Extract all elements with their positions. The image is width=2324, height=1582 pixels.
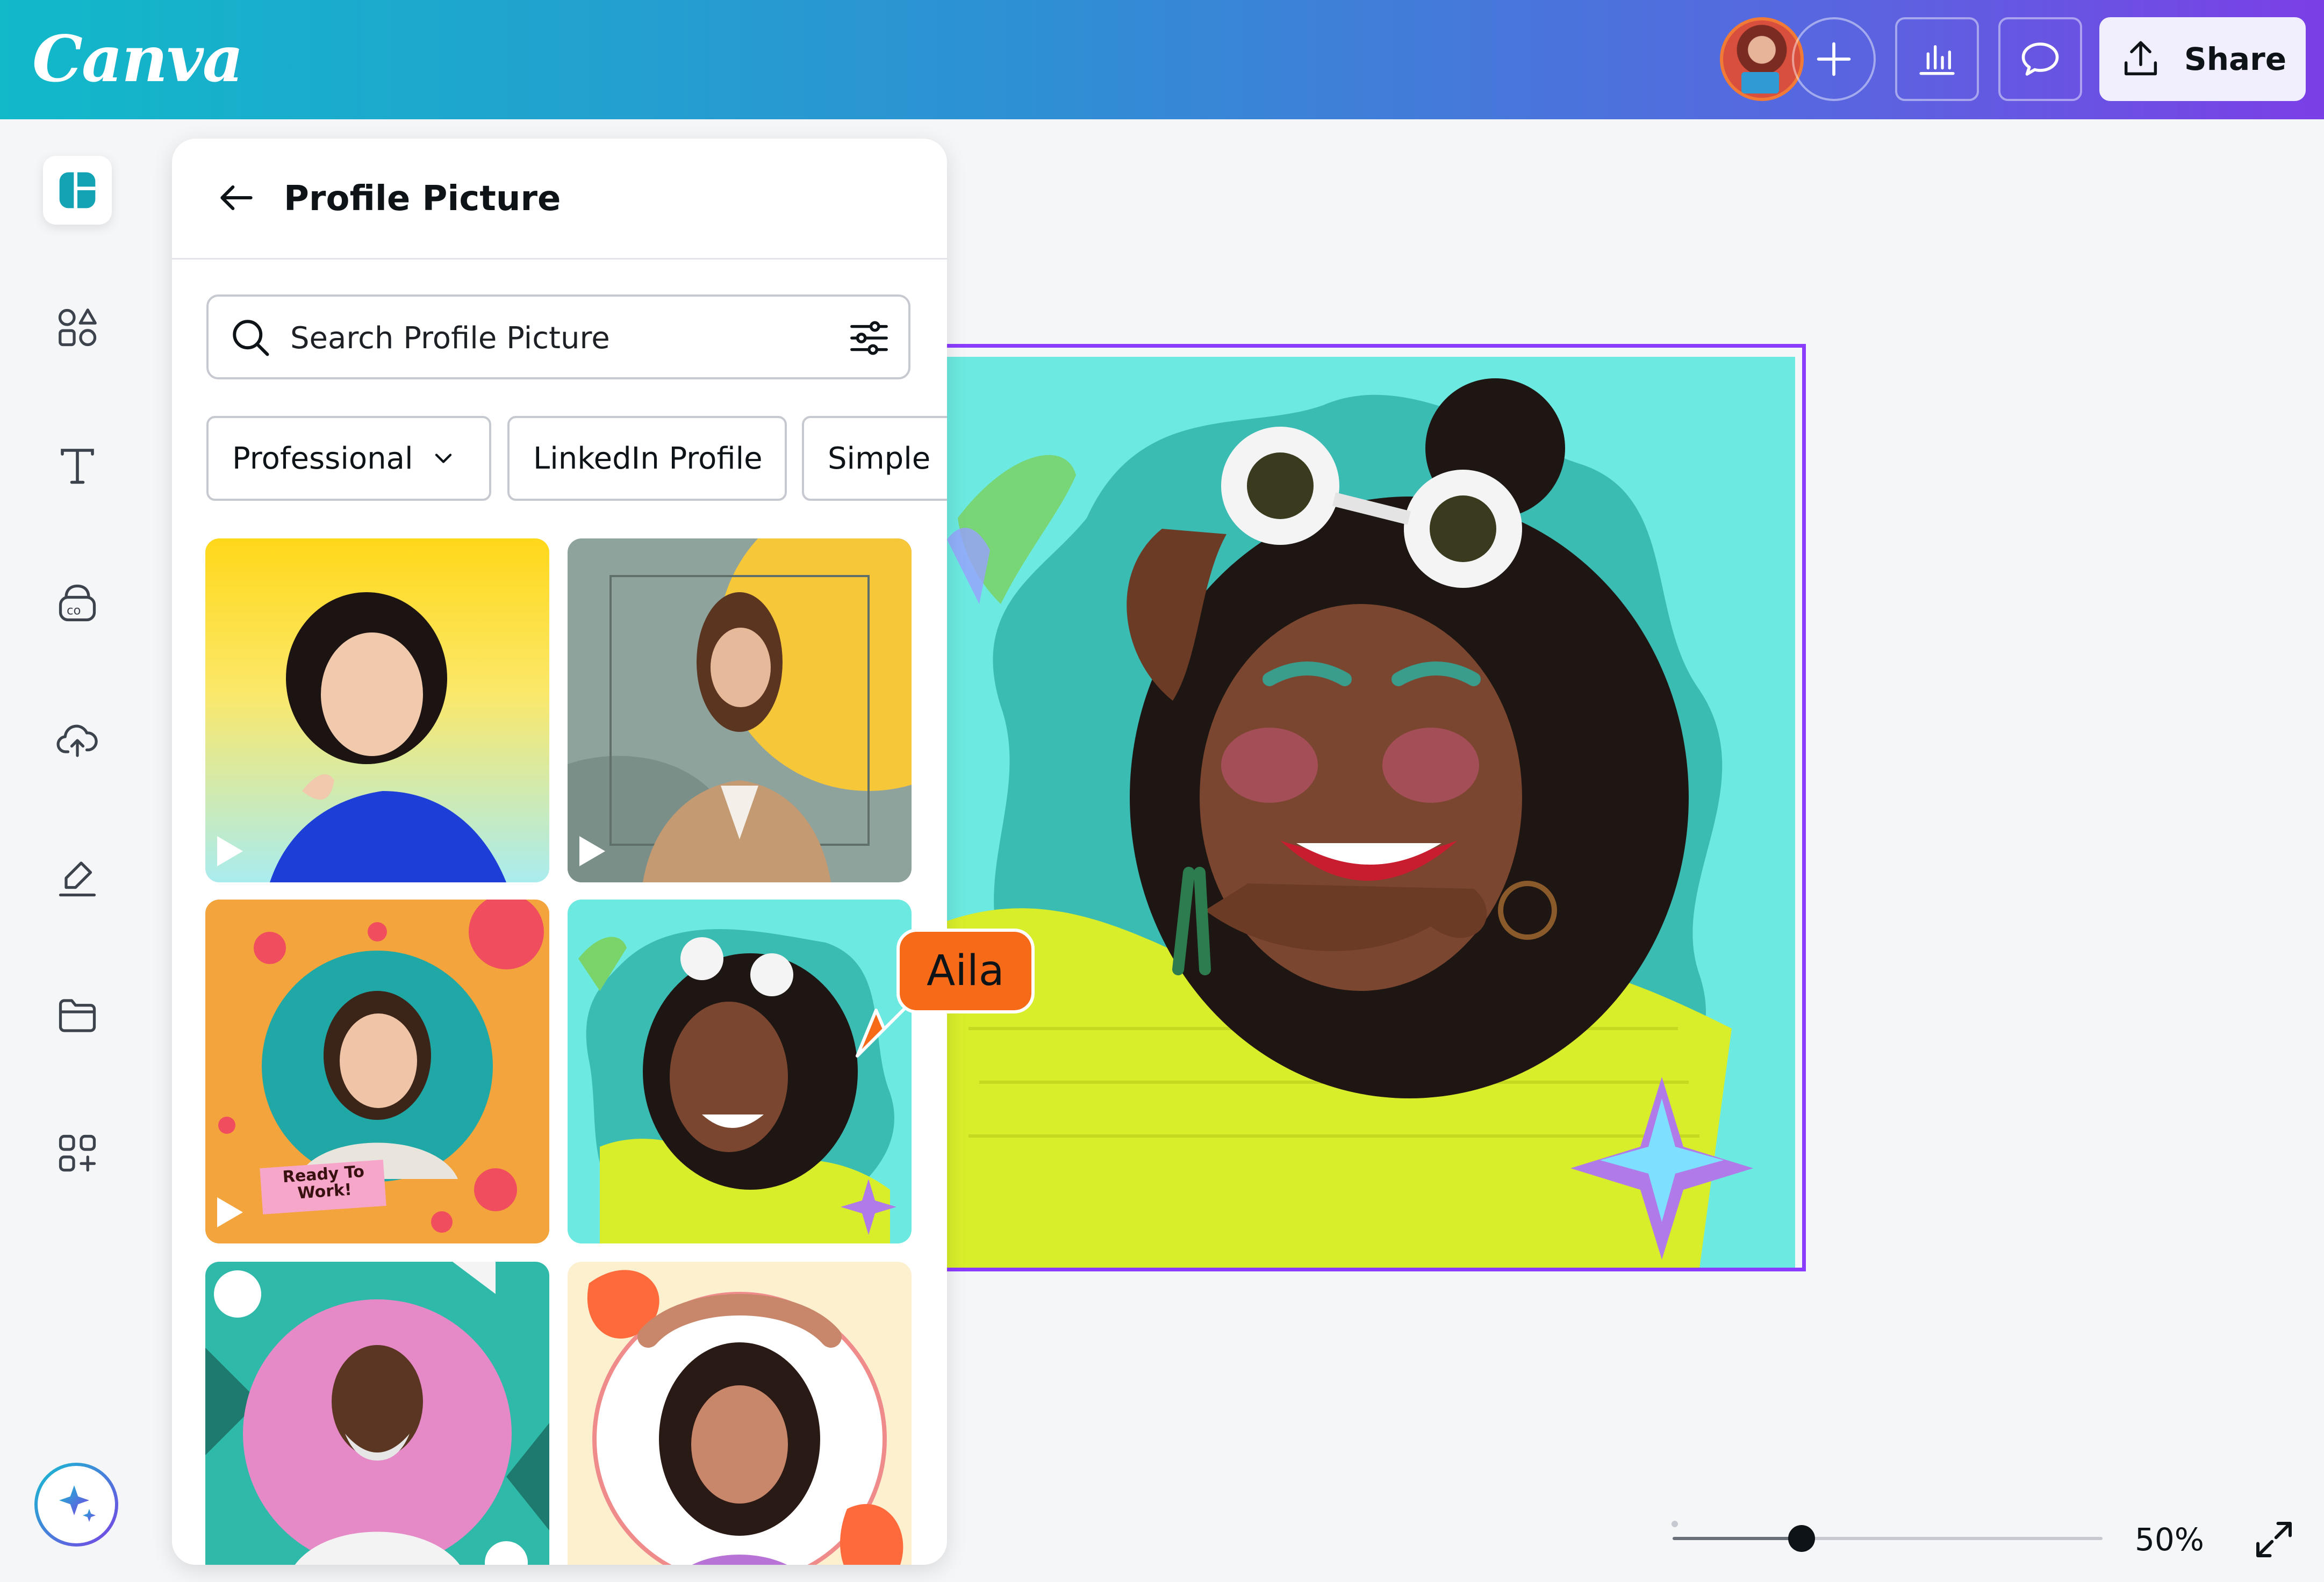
chip-professional[interactable]: Professional: [206, 416, 491, 501]
chip-linkedin-profile[interactable]: LinkedIn Profile: [507, 416, 787, 501]
page-selection-frame: [947, 344, 1806, 1271]
top-bar: Canva Share: [0, 0, 2324, 119]
add-collaborator-button[interactable]: [1792, 17, 1876, 101]
fullscreen-icon[interactable]: [2250, 1515, 2298, 1564]
rail-projects[interactable]: [43, 981, 112, 1050]
cloud-upload-icon: [56, 724, 98, 757]
chip-label: LinkedIn Profile: [533, 441, 763, 476]
insights-button[interactable]: [1895, 17, 1979, 101]
arrow-left-icon: [220, 185, 253, 210]
template-thumbnail: [578, 929, 896, 1243]
chip-simple[interactable]: Simple: [802, 416, 947, 501]
plus-icon: [1817, 42, 1851, 76]
template-tile[interactable]: [568, 1262, 912, 1565]
zoom-min-dot: [1672, 1521, 1678, 1527]
search-input[interactable]: [289, 310, 818, 366]
template-tile[interactable]: Ready To Work!: [205, 900, 549, 1243]
user-avatar[interactable]: [1720, 17, 1804, 101]
template-thumbnail: [205, 1262, 549, 1565]
search-field[interactable]: [206, 294, 910, 379]
rail-design[interactable]: [43, 156, 112, 225]
zoom-slider-fill: [1673, 1537, 1802, 1540]
template-tile[interactable]: [205, 1262, 549, 1565]
comments-button[interactable]: [1998, 17, 2082, 101]
draw-icon: [59, 861, 96, 897]
brand-kit-icon: co: [59, 584, 96, 622]
chevron-down-icon: [435, 454, 451, 463]
play-icon: [217, 1197, 243, 1227]
upload-icon: [2124, 41, 2157, 76]
templates-panel: Profile Picture Professional LinkedIn Pr…: [172, 139, 947, 1565]
panel-header: Profile Picture: [172, 139, 947, 260]
collaborator-name-label: Aila: [896, 929, 1035, 1013]
filter-icon[interactable]: [846, 315, 892, 361]
layout-icon: [59, 172, 96, 208]
zoom-slider-track[interactable]: [1673, 1537, 2103, 1540]
play-icon: [217, 836, 243, 866]
rail-text[interactable]: [43, 431, 112, 500]
share-label: Share: [2184, 41, 2287, 77]
bar-chart-icon: [1919, 45, 1955, 75]
rail-apps[interactable]: [43, 1119, 112, 1188]
rail-brand[interactable]: co: [43, 569, 112, 637]
back-button[interactable]: [210, 171, 263, 225]
chip-label: Professional: [232, 441, 413, 476]
shapes-icon: [58, 308, 97, 347]
template-thumbnail: [270, 592, 506, 882]
sparkle-icon: [59, 1485, 96, 1522]
canva-logo[interactable]: Canva: [32, 16, 243, 102]
template-tile[interactable]: [568, 538, 912, 882]
apps-icon: [59, 1134, 96, 1172]
play-icon: [579, 836, 605, 866]
template-tile[interactable]: [205, 538, 549, 882]
chip-label: Simple: [828, 441, 931, 476]
folder-icon: [59, 999, 96, 1032]
search-icon: [233, 320, 269, 356]
panel-title: Profile Picture: [284, 179, 561, 219]
rail-draw[interactable]: [43, 844, 112, 912]
template-thumbnail: [568, 538, 912, 882]
rail-uploads[interactable]: [43, 706, 112, 775]
magic-assistant-button[interactable]: [34, 1463, 118, 1547]
text-icon: [61, 449, 94, 484]
svg-text:co: co: [67, 604, 81, 618]
rail-elements[interactable]: [43, 293, 112, 362]
zoom-slider-thumb[interactable]: [1788, 1525, 1815, 1552]
speech-bubble-icon: [2021, 42, 2059, 76]
template-tile[interactable]: [568, 900, 912, 1243]
share-button[interactable]: Share: [2099, 17, 2306, 101]
zoom-value[interactable]: 50%: [2135, 1521, 2204, 1558]
template-thumbnail: [587, 1270, 903, 1565]
